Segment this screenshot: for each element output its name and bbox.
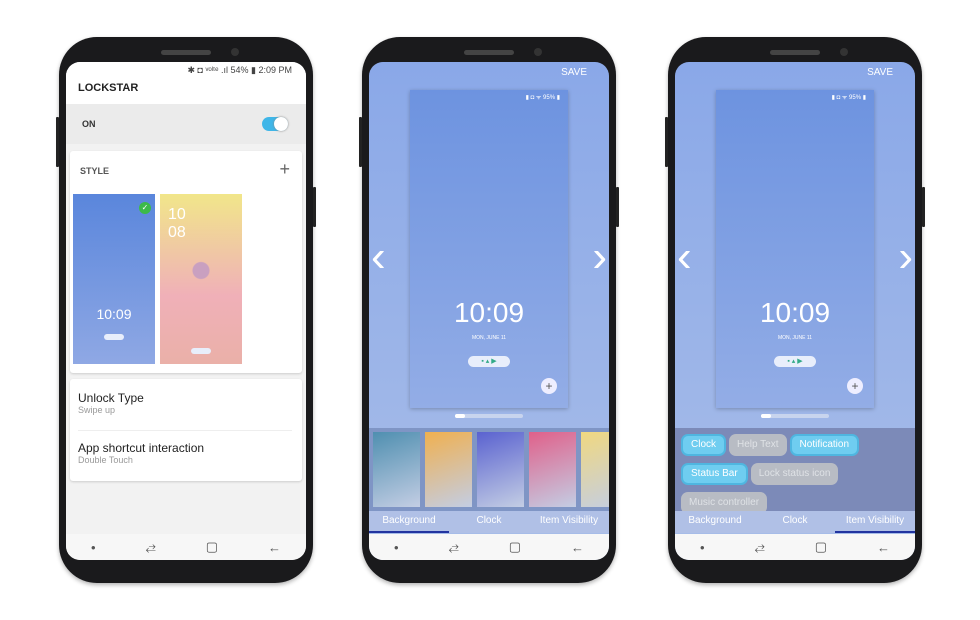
chip-status-bar[interactable]: Status Bar (681, 463, 748, 485)
previous-arrow[interactable]: ‹ (677, 232, 692, 282)
toggle-label: ON (82, 119, 96, 129)
back-button[interactable]: ← (571, 540, 584, 555)
thumb-clock: 10 08 (168, 206, 186, 241)
app-shortcut-row[interactable]: App shortcut interaction Double Touch (78, 441, 204, 465)
nav-bar: • ⥄ ▢ ← (369, 534, 609, 560)
preview-status-bar: ▮ ◘ ᯤ 95% ▮ (831, 95, 866, 101)
check-icon: ✓ (139, 202, 151, 214)
nav-bar: • ⥄ ▢ ← (66, 534, 306, 560)
editor-tabs: Background Clock Item Visibility (675, 511, 915, 533)
tab-background[interactable]: Background (675, 511, 755, 533)
back-button[interactable]: ← (268, 540, 281, 555)
save-button[interactable]: SAVE (867, 67, 893, 78)
nav-bar: • ⥄ ▢ ← (675, 534, 915, 560)
add-style-button[interactable]: + (279, 159, 290, 180)
background-swatch[interactable] (477, 432, 524, 507)
next-arrow[interactable]: › (592, 232, 607, 282)
on-toggle[interactable] (262, 117, 288, 131)
options-card: Unlock Type Swipe up App shortcut interac… (70, 379, 302, 481)
shortcut-pill: ▪ ▴ ▶ (468, 356, 510, 367)
background-picker (369, 428, 609, 511)
dot-icon: • (393, 539, 399, 555)
tab-item-visibility[interactable]: Item Visibility (835, 511, 915, 533)
settings-screen: ✱ ◘ ᵛᵒˡᵗᵉ .ıl 54% ▮ 2:09 PM LOCKSTAR ON … (66, 62, 306, 560)
phone-settings: ✱ ◘ ᵛᵒˡᵗᵉ .ıl 54% ▮ 2:09 PM LOCKSTAR ON … (56, 37, 316, 583)
master-toggle-row[interactable]: ON (66, 104, 306, 144)
lockscreen-preview: ▮ ◘ ᯤ 95% ▮ 10:09 MON, JUNE 11 ▪ ▴ ▶ + (716, 90, 874, 408)
tab-item-visibility[interactable]: Item Visibility (529, 511, 609, 533)
tab-clock[interactable]: Clock (755, 511, 835, 533)
editor-screen: SAVE ‹ › ▮ ◘ ᯤ 95% ▮ 10:09 MON, JUNE 11 … (675, 62, 915, 560)
tab-clock[interactable]: Clock (449, 511, 529, 533)
chip-lock-status-icon[interactable]: Lock status icon (750, 463, 839, 485)
preview-clock: 10:09 (759, 297, 831, 328)
preview-clock: 10:09 (453, 297, 525, 328)
style-card: STYLE + ✓ 10:09 10 08 (70, 151, 302, 373)
app-title: LOCKSTAR (78, 82, 139, 94)
recent-apps-button[interactable]: ⥄ (754, 539, 764, 555)
recent-apps-button[interactable]: ⥄ (448, 539, 458, 555)
tab-background[interactable]: Background (369, 511, 449, 533)
preview-date: MON, JUNE 11 (777, 335, 813, 341)
home-button[interactable]: ▢ (206, 539, 218, 555)
background-swatch[interactable] (373, 432, 420, 507)
chip-clock[interactable]: Clock (681, 434, 727, 456)
background-swatch[interactable] (581, 432, 609, 507)
chip-help-text[interactable]: Help Text (729, 434, 787, 456)
style-thumbnail-blue[interactable]: ✓ 10:09 (73, 194, 155, 364)
editor-tabs: Background Clock Item Visibility (369, 511, 609, 533)
preview-status-bar: ▮ ◘ ᯤ 95% ▮ (525, 95, 560, 101)
home-button[interactable]: ▢ (815, 539, 827, 555)
thumb-clock: 10:09 (96, 306, 132, 322)
dot-icon: • (699, 539, 705, 555)
page-indicator (761, 414, 829, 418)
chip-notification[interactable]: Notification (789, 434, 859, 456)
save-button[interactable]: SAVE (561, 67, 587, 78)
status-bar: ✱ ◘ ᵛᵒˡᵗᵉ .ıl 54% ▮ 2:09 PM (187, 65, 293, 75)
preview-date: MON, JUNE 11 (471, 335, 507, 341)
next-arrow[interactable]: › (898, 232, 913, 282)
chip-music-controller[interactable]: Music controller (681, 492, 768, 511)
previous-arrow[interactable]: ‹ (371, 232, 386, 282)
unlock-type-row[interactable]: Unlock Type Swipe up (78, 391, 144, 415)
home-button[interactable]: ▢ (509, 539, 521, 555)
add-item-button[interactable]: + (847, 378, 863, 394)
phone-visibility-editor: SAVE ‹ › ▮ ◘ ᯤ 95% ▮ 10:09 MON, JUNE 11 … (665, 37, 925, 583)
shortcut-pill: ▪ ▴ ▶ (774, 356, 816, 367)
visibility-chips: Clock Help Text Notification Status Bar Lock… (675, 428, 915, 511)
lockscreen-preview: ▮ ◘ ᯤ 95% ▮ 10:09 MON, JUNE 11 ▪ ▴ ▶ + (410, 90, 568, 408)
phone-background-editor: SAVE ‹ › ▮ ◘ ᯤ 95% ▮ 10:09 MON, JUNE 11 … (359, 37, 619, 583)
editor-screen: SAVE ‹ › ▮ ◘ ᯤ 95% ▮ 10:09 MON, JUNE 11 … (369, 62, 609, 560)
page-indicator (455, 414, 523, 418)
background-swatch[interactable] (425, 432, 472, 507)
style-thumbnail-pastel[interactable]: 10 08 (160, 194, 242, 364)
dot-icon: • (90, 539, 96, 555)
add-item-button[interactable]: + (541, 378, 557, 394)
style-label: STYLE (80, 166, 110, 176)
background-swatch[interactable] (529, 432, 576, 507)
recent-apps-button[interactable]: ⥄ (145, 539, 155, 555)
back-button[interactable]: ← (877, 540, 890, 555)
